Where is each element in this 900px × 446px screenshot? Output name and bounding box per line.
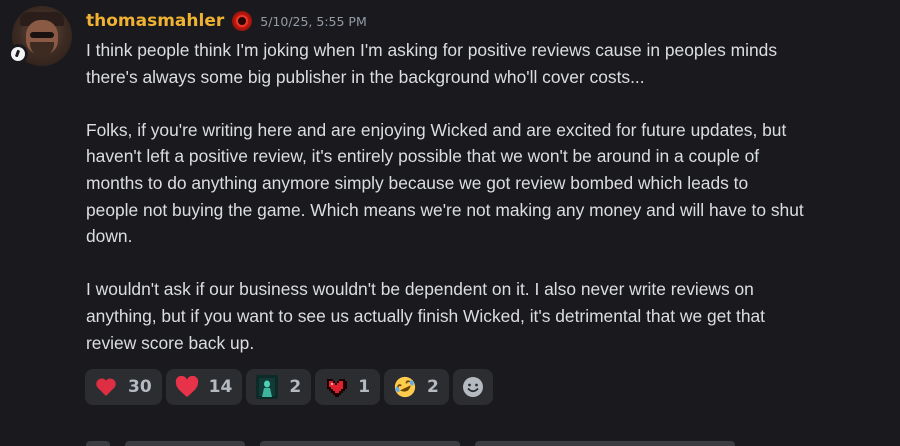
message-line: I wouldn't ask if our business wouldn't … — [86, 279, 754, 300]
reaction-red-heart[interactable]: 30 — [85, 369, 162, 405]
add-reaction-smiley-icon — [461, 375, 485, 399]
add-reaction-button[interactable] — [452, 369, 493, 405]
message-line: there's always some big publisher in the… — [86, 66, 645, 87]
reaction-count: 14 — [208, 377, 233, 397]
message-line: months to do anything anymore simply bec… — [86, 172, 749, 193]
idle-status-icon — [11, 47, 25, 61]
message-paragraph-3: I wouldn't ask if our business wouldn't … — [86, 276, 886, 356]
message-line: review score back up. — [86, 332, 255, 353]
avatar-glasses — [30, 32, 54, 38]
message-line: haven't left a positive review, it's ent… — [86, 146, 760, 167]
avatar-beard — [30, 42, 54, 56]
message-header: thomasmahler 5/10/25, 5:55 PM — [86, 8, 367, 34]
timestamp[interactable]: 5/10/25, 5:55 PM — [260, 14, 367, 29]
reaction-count: 1 — [358, 377, 371, 397]
reaction-count: 30 — [128, 377, 152, 397]
message-line: people not buying the game. Which means … — [86, 199, 804, 220]
message-paragraph-1: I think people think I'm joking when I'm… — [86, 37, 886, 90]
reaction-count: 2 — [427, 377, 439, 397]
username[interactable]: thomasmahler — [86, 11, 224, 31]
message-paragraph-2: Folks, if you're writing here and are en… — [86, 117, 886, 250]
reaction-ghost-figure[interactable]: 2 — [246, 369, 312, 405]
next-message-peek — [86, 436, 866, 446]
reaction-heart[interactable]: 14 — [165, 369, 243, 405]
pixel-heart-icon — [324, 375, 348, 399]
message-line: Folks, if you're writing here and are en… — [86, 119, 787, 140]
reactions-bar: 30 14 2 1 2 — [85, 369, 493, 405]
reaction-count: 2 — [289, 377, 302, 397]
reaction-pixel-heart[interactable]: 1 — [315, 369, 381, 405]
role-icon[interactable] — [232, 11, 253, 31]
message-content: I think people think I'm joking when I'm… — [86, 37, 886, 356]
heart-icon — [175, 375, 199, 399]
message-line: anything, but if you want to see us actu… — [86, 305, 766, 326]
rolling-laughing-icon — [393, 375, 417, 399]
red-heart-icon — [94, 375, 118, 399]
message: thomasmahler 5/10/25, 5:55 PM I think pe… — [0, 0, 900, 446]
ghost-figure-icon — [255, 375, 279, 399]
status-badge — [8, 44, 28, 64]
message-line: down. — [86, 226, 133, 247]
reaction-rolling-laughing[interactable]: 2 — [384, 369, 449, 405]
message-line: I think people think I'm joking when I'm… — [86, 40, 778, 60]
